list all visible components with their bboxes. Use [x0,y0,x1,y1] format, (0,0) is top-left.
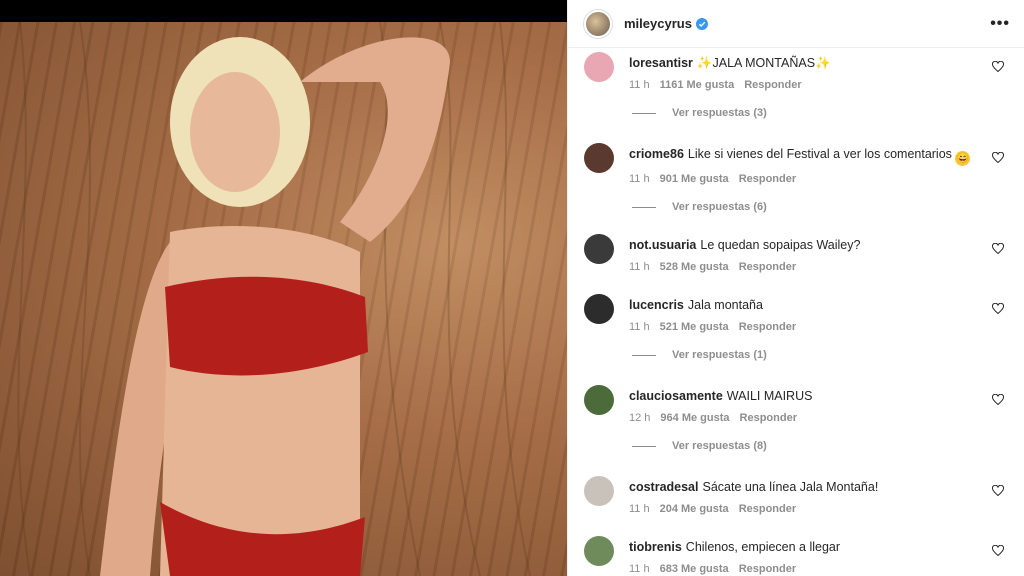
comment-time[interactable]: 12 h [629,412,650,424]
comment-time[interactable]: 11 h [629,173,650,185]
verified-badge-icon [695,17,708,30]
comment-text: Chilenos, empiecen a llegar [685,540,841,554]
author-avatar[interactable] [584,9,612,38]
reply-button[interactable]: Responder [739,321,796,333]
commenter-avatar[interactable] [584,536,614,566]
comment-item: loresantisr ✨JALA MONTAÑAS✨ 11 h 1161 Me g… [584,48,1010,139]
like-heart-icon[interactable] [992,485,1004,497]
comment-username[interactable]: tiobrenis [629,540,682,554]
commenter-avatar[interactable] [584,385,614,415]
comment-likes[interactable]: 521 Me gusta [660,321,729,333]
comment-likes[interactable]: 204 Me gusta [660,503,729,515]
comment-likes[interactable]: 1161 Me gusta [660,79,735,91]
like-heart-icon[interactable] [992,394,1004,406]
comment-list: loresantisr ✨JALA MONTAÑAS✨ 11 h 1161 Me g… [568,48,1024,576]
like-heart-icon[interactable] [992,303,1004,315]
like-heart-icon[interactable] [992,243,1004,255]
commenter-avatar[interactable] [584,294,614,324]
comment-username[interactable]: clauciosamente [629,389,723,403]
commenter-avatar[interactable] [584,143,614,173]
comment-likes[interactable]: 901 Me gusta [660,173,729,185]
commenter-avatar[interactable] [584,476,614,506]
comment-time[interactable]: 11 h [629,321,650,333]
comment-likes[interactable]: 683 Me gusta [660,563,729,575]
view-replies-label: Ver respuestas (6) [672,201,767,213]
view-replies-button[interactable]: Ver respuestas (6) [632,201,1010,213]
comment-text: Like si vienes del Festival a ver los co… [687,147,952,161]
comment-username[interactable]: loresantisr [629,56,693,70]
reply-button[interactable]: Responder [740,412,797,424]
view-replies-label: Ver respuestas (1) [672,349,767,361]
view-replies-button[interactable]: Ver respuestas (3) [632,107,1010,119]
comment-text: WAILI MAIRUS [726,389,813,403]
replies-divider [632,112,656,114]
comment-item: not.usuaria Le quedan sopaipas Wailey? 11… [584,230,1010,290]
like-heart-icon[interactable] [992,545,1004,557]
reply-button[interactable]: Responder [739,503,796,515]
comment-time[interactable]: 11 h [629,503,650,515]
comment-item: clauciosamente WAILI MAIRUS 12 h 964 Me gu… [584,381,1010,472]
comment-time[interactable]: 11 h [629,563,650,575]
comment-text: ✨JALA MONTAÑAS✨ [696,56,831,70]
reply-button[interactable]: Responder [739,173,796,185]
comment-username[interactable]: not.usuaria [629,238,696,252]
comment-item: costradesal Sácate una línea Jala Montaña… [584,472,1010,532]
like-heart-icon[interactable] [992,152,1004,164]
post-photo[interactable] [0,21,567,576]
comment-text: Sácate una línea Jala Montaña! [702,480,879,494]
view-replies-label: Ver respuestas (8) [672,440,767,452]
view-replies-button[interactable]: Ver respuestas (1) [632,349,1010,361]
grin-emoji-icon: 😄 [955,151,971,166]
post-viewer: mileycyrus ••• loresantisr ✨JALA MONTAÑAS… [0,0,1024,576]
more-options-button[interactable]: ••• [990,15,1010,33]
comments-pane: mileycyrus ••• loresantisr ✨JALA MONTAÑAS… [567,0,1024,576]
post-header: mileycyrus ••• [568,0,1024,48]
comment-item: lucencris Jala montaña 11 h 521 Me gusta Re… [584,290,1010,381]
replies-divider [632,445,656,447]
comment-item: tiobrenis Chilenos, empiecen a llegar 11 … [584,532,1010,576]
replies-divider [632,206,656,208]
photo-illustration [17,21,531,576]
view-replies-label: Ver respuestas (3) [672,107,767,119]
comment-text: Jala montaña [687,298,763,312]
view-replies-button[interactable]: Ver respuestas (8) [632,440,1010,452]
comment-item: criome86 Like si vienes del Festival a ve… [584,139,1010,230]
replies-divider [632,354,656,356]
comment-username[interactable]: costradesal [629,480,698,494]
comment-text: Le quedan sopaipas Wailey? [700,238,861,252]
commenter-avatar[interactable] [584,52,614,82]
author-username[interactable]: mileycyrus [624,16,692,31]
like-heart-icon[interactable] [992,61,1004,73]
reply-button[interactable]: Responder [739,563,796,575]
commenter-avatar[interactable] [584,234,614,264]
comment-username[interactable]: criome86 [629,147,684,161]
comment-likes[interactable]: 528 Me gusta [660,261,729,273]
image-top-bar [0,0,567,22]
comment-likes[interactable]: 964 Me gusta [660,412,729,424]
reply-button[interactable]: Responder [739,261,796,273]
comment-username[interactable]: lucencris [629,298,684,312]
post-image-pane [0,0,567,576]
comment-time[interactable]: 11 h [629,261,650,273]
comment-time[interactable]: 11 h [629,79,650,91]
reply-button[interactable]: Responder [744,79,801,91]
